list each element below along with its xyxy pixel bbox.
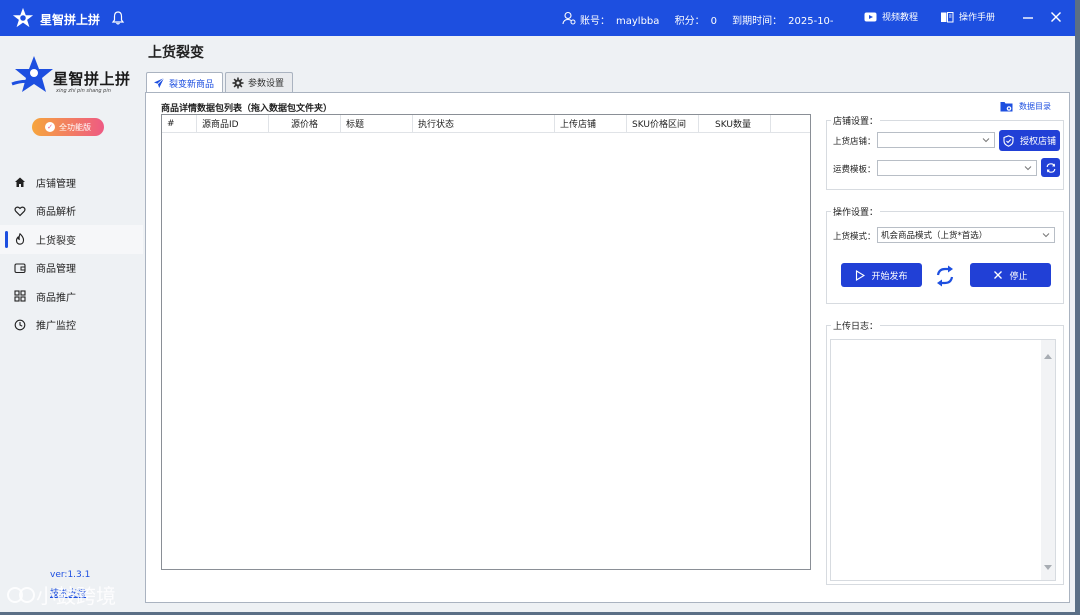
- upload-log-legend: 上传日志：: [831, 319, 881, 332]
- heart-icon: [14, 206, 26, 217]
- column-header[interactable]: 源价格: [269, 115, 341, 132]
- column-header[interactable]: 源商品ID: [197, 115, 269, 132]
- operation-settings-legend: 操作设置：: [831, 205, 881, 218]
- refresh-template-button[interactable]: [1041, 158, 1060, 177]
- upload-store-select[interactable]: [877, 132, 995, 148]
- minimize-icon[interactable]: [1020, 9, 1036, 25]
- stop-button[interactable]: 停止: [970, 263, 1051, 287]
- swap-icon[interactable]: [934, 265, 956, 287]
- x-icon: [994, 271, 1003, 279]
- column-header[interactable]: 上传店铺: [555, 115, 627, 132]
- authorize-store-button[interactable]: 授权店铺: [999, 130, 1060, 151]
- sidebar-item-store-management[interactable]: 店铺管理: [0, 168, 143, 197]
- sidebar-item-promotion-monitor[interactable]: 推广监控: [0, 311, 143, 340]
- tab-fission-new-product[interactable]: 裂变新商品: [146, 72, 224, 93]
- play-icon: [856, 269, 866, 281]
- folder-icon: [1000, 102, 1013, 112]
- edition-badge: ✓ 全功能版: [32, 118, 104, 136]
- bell-icon[interactable]: [110, 10, 126, 26]
- chevron-down-icon: [1042, 233, 1050, 238]
- sidebar-item-product-parse[interactable]: 商品解析: [0, 197, 143, 226]
- check-icon: ✓: [45, 122, 55, 132]
- shipping-template-select[interactable]: [877, 160, 1037, 176]
- main-content: 上货裂变 裂变新商品 参数设置 商品详情数据包列表（拖入数据包文件夹） # 源商…: [143, 36, 1075, 612]
- close-icon[interactable]: [1048, 9, 1064, 25]
- column-header[interactable]: SKU价格区间: [627, 115, 699, 132]
- upload-log-group: 上传日志：: [826, 319, 1064, 585]
- start-publish-button[interactable]: 开始发布: [841, 263, 922, 287]
- store-settings-legend: 店铺设置：: [831, 114, 881, 127]
- account-info: 账号：maylbba 积分：0 到期时间：2025-10-21 16:12:26: [580, 12, 834, 27]
- manual-button[interactable]: 操作手册: [940, 10, 995, 23]
- grid-header: # 源商品ID 源价格 标题 执行状态 上传店铺 SKU价格区间 SKU数量: [162, 115, 810, 133]
- app-window: 星智拼上拼 账号：maylbba 积分：0 到期时间：2025-10-21 16…: [0, 0, 1075, 612]
- page-title: 上货裂变: [148, 45, 204, 61]
- wallet-icon: [14, 263, 26, 273]
- brand-pinyin: xing zhi pin shang pin: [56, 88, 111, 94]
- user-icon: [562, 11, 576, 25]
- book-icon: [941, 11, 954, 22]
- upload-log-textarea[interactable]: [830, 339, 1056, 581]
- package-list-title: 商品详情数据包列表（拖入数据包文件夹）: [159, 101, 335, 114]
- home-icon: [15, 177, 25, 188]
- brand-name: 星智拼上拼: [53, 70, 131, 88]
- shield-icon: [1003, 134, 1014, 147]
- app-title: 星智拼上拼: [40, 13, 101, 27]
- tab-parameter-settings[interactable]: 参数设置: [225, 72, 294, 92]
- upload-mode-label: 上货模式：: [833, 232, 876, 242]
- watermark: 小鼓跨境: [6, 580, 116, 609]
- store-settings-group: 店铺设置： 上货店铺： 授权店铺 运费模板：: [826, 114, 1064, 190]
- column-header[interactable]: 执行状态: [413, 115, 555, 132]
- log-scrollbar[interactable]: [1041, 340, 1055, 580]
- video-icon: [864, 12, 877, 21]
- send-icon: [154, 77, 165, 88]
- sidebar-item-upload-fission[interactable]: 上货裂变: [0, 225, 143, 254]
- fire-icon: [15, 233, 25, 246]
- sidebar: 星智拼上拼 xing zhi pin shang pin ✓ 全功能版 店铺管理…: [0, 36, 143, 612]
- column-header[interactable]: #: [162, 115, 197, 132]
- operation-settings-group: 操作设置： 上货模式： 机会商品模式（上货*首选） 开始发布 停止: [826, 205, 1064, 304]
- brand-logo: 星智拼上拼 xing zhi pin shang pin: [10, 54, 138, 98]
- tab-panel: 商品详情数据包列表（拖入数据包文件夹） # 源商品ID 源价格 标题 执行状态 …: [145, 92, 1070, 603]
- sidebar-nav: 店铺管理 商品解析 上货裂变 商品管理 商品推广 推广监控: [0, 168, 143, 339]
- account-value: maylbba: [616, 16, 660, 27]
- clock-icon: [14, 319, 26, 331]
- version-label: ver:1.3.1: [50, 570, 91, 580]
- title-bar: 星智拼上拼 账号：maylbba 积分：0 到期时间：2025-10-21 16…: [0, 0, 1075, 36]
- star-logo-icon: [11, 56, 53, 92]
- upload-store-label: 上货店铺：: [833, 137, 876, 147]
- scroll-down-icon[interactable]: [1044, 565, 1052, 570]
- gear-icon: [232, 77, 244, 88]
- package-list-grid[interactable]: # 源商品ID 源价格 标题 执行状态 上传店铺 SKU价格区间 SKU数量: [161, 114, 811, 570]
- sidebar-item-product-management[interactable]: 商品管理: [0, 254, 143, 283]
- tab-bar: 裂变新商品 参数设置: [146, 72, 295, 93]
- shipping-template-label: 运费模板：: [833, 165, 876, 175]
- app-logo-icon: [12, 7, 34, 28]
- column-header[interactable]: SKU数量: [699, 115, 771, 132]
- data-directory-button[interactable]: 数据目录: [1000, 101, 1051, 112]
- column-header[interactable]: 标题: [341, 115, 413, 132]
- sidebar-item-product-promotion[interactable]: 商品推广: [0, 282, 143, 311]
- expire-value: 2025-10-21 16:12:26: [788, 16, 834, 27]
- refresh-icon: [1046, 162, 1055, 173]
- video-tutorial-button[interactable]: 视频教程: [864, 10, 918, 23]
- points-value: 0: [710, 16, 717, 27]
- upload-mode-select[interactable]: 机会商品模式（上货*首选）: [877, 227, 1055, 243]
- chevron-down-icon: [982, 138, 990, 143]
- chevron-down-icon: [1024, 166, 1032, 171]
- grid-icon: [14, 290, 26, 302]
- watermark-logo-icon: [7, 586, 35, 603]
- scroll-up-icon[interactable]: [1044, 354, 1052, 359]
- package-list-group: 商品详情数据包列表（拖入数据包文件夹） # 源商品ID 源价格 标题 执行状态 …: [156, 101, 812, 573]
